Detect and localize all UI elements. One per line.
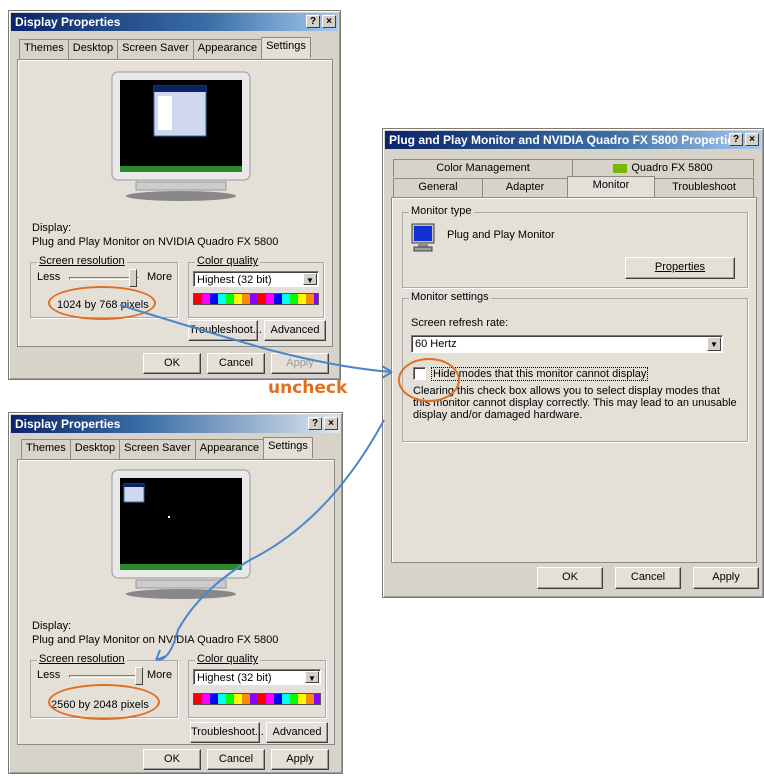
tab-strip-upper: Color Management Quadro FX 5800 (393, 159, 754, 177)
tab-general[interactable]: General (393, 178, 483, 199)
dropdown-arrow-icon[interactable]: ▼ (305, 671, 319, 683)
window-title: Plug and Play Monitor and NVIDIA Quadro … (389, 133, 741, 147)
less-label: Less (37, 669, 61, 681)
monitor-name: Plug and Play Monitor (447, 229, 555, 241)
color-palette-bar (193, 693, 321, 705)
tab-settings[interactable]: Settings (261, 37, 311, 58)
tab-desktop[interactable]: Desktop (67, 39, 119, 60)
color-quality-label: Color quality (195, 653, 261, 665)
tab-strip: Themes Desktop Screen Saver Appearance S… (19, 37, 311, 60)
uncheck-annotation: uncheck (268, 378, 348, 398)
display-value: Plug and Play Monitor on NVIDIA Quadro F… (32, 634, 279, 646)
display-value: Plug and Play Monitor on NVIDIA Quadro F… (32, 236, 279, 248)
close-button[interactable]: × (322, 15, 336, 28)
apply-button[interactable]: Apply (693, 567, 759, 589)
tab-themes[interactable]: Themes (19, 39, 69, 60)
tab-color-management[interactable]: Color Management (393, 159, 573, 177)
cancel-button[interactable]: Cancel (207, 749, 265, 770)
monitor-type-group: Monitor type Plug and Play Monitor Prope… (402, 205, 748, 288)
monitor-preview-icon (111, 71, 251, 201)
color-quality-group: Color quality Highest (32 bit) ▼ (188, 653, 326, 718)
properties-button-label: Properties (654, 261, 706, 273)
refresh-rate-value: 60 Hertz (415, 338, 457, 350)
title-bar: Plug and Play Monitor and NVIDIA Quadro … (385, 131, 761, 149)
tab-troubleshoot[interactable]: Troubleshoot (654, 178, 754, 199)
monitor-settings-label: Monitor settings (409, 291, 491, 303)
ok-button[interactable]: OK (143, 353, 201, 374)
color-quality-select[interactable]: Highest (32 bit) ▼ (193, 271, 319, 287)
resolution-slider-thumb[interactable] (135, 667, 143, 685)
properties-button[interactable]: Properties (625, 257, 735, 279)
ok-button[interactable]: OK (143, 749, 201, 770)
tab-screen-saver[interactable]: Screen Saver (119, 439, 196, 460)
troubleshoot-button[interactable]: Troubleshoot... (190, 722, 264, 743)
tab-desktop[interactable]: Desktop (69, 439, 121, 460)
title-bar: Display Properties (11, 13, 338, 31)
refresh-rate-select[interactable]: 60 Hertz ▼ (411, 335, 723, 353)
monitor-preview-icon (111, 469, 251, 599)
tab-adapter[interactable]: Adapter (482, 178, 568, 199)
refresh-rate-label: Screen refresh rate: (411, 317, 509, 329)
display-properties-dialog-bottom: Display Properties ? × Themes Desktop Sc… (8, 412, 343, 774)
monitor-icon (411, 223, 435, 252)
tab-appearance[interactable]: Appearance (192, 39, 263, 60)
tab-appearance[interactable]: Appearance (194, 439, 265, 460)
highlight-oval (398, 358, 460, 402)
less-label: Less (37, 271, 61, 283)
color-quality-label: Color quality (195, 255, 261, 267)
apply-button[interactable]: Apply (271, 749, 329, 770)
more-label: More (147, 669, 173, 681)
settings-panel: Display: Plug and Play Monitor on NVIDIA… (17, 459, 335, 745)
resolution-slider-track (69, 675, 139, 678)
tab-screen-saver[interactable]: Screen Saver (117, 39, 194, 60)
highlight-oval (48, 286, 156, 320)
tab-quadro-label: Quadro FX 5800 (631, 162, 713, 174)
tab-strip: Themes Desktop Screen Saver Appearance S… (21, 437, 313, 460)
apply-button[interactable]: Apply (271, 353, 329, 374)
window-title: Display Properties (15, 417, 121, 431)
color-quality-group: Color quality Highest (32 bit) ▼ (188, 255, 324, 318)
cancel-button[interactable]: Cancel (207, 353, 265, 374)
tab-quadro[interactable]: Quadro FX 5800 (572, 159, 754, 177)
advanced-button[interactable]: Advanced (266, 722, 328, 743)
screen-resolution-label: Screen resolution (37, 653, 127, 665)
advanced-button[interactable]: Advanced (264, 320, 326, 341)
window-title: Display Properties (15, 15, 121, 29)
screen-resolution-label: Screen resolution (37, 255, 127, 267)
color-quality-value: Highest (32 bit) (197, 672, 272, 684)
help-button[interactable]: ? (308, 417, 322, 430)
color-quality-select[interactable]: Highest (32 bit) ▼ (193, 669, 321, 685)
close-button[interactable]: × (745, 133, 759, 146)
help-button[interactable]: ? (729, 133, 743, 146)
display-label: Display: (32, 222, 72, 234)
monitor-properties-dialog: Plug and Play Monitor and NVIDIA Quadro … (382, 128, 764, 598)
monitor-panel: Monitor type Plug and Play Monitor Prope… (391, 197, 757, 563)
display-label: Display: (32, 620, 72, 632)
nvidia-icon (613, 163, 628, 173)
ok-button[interactable]: OK (537, 567, 603, 589)
tab-settings[interactable]: Settings (263, 437, 313, 458)
hide-modes-label[interactable]: Hide modes that this monitor cannot disp… (431, 367, 649, 381)
tab-themes[interactable]: Themes (21, 439, 71, 460)
tab-monitor[interactable]: Monitor (567, 176, 655, 197)
monitor-type-label: Monitor type (409, 205, 474, 217)
color-quality-value: Highest (32 bit) (197, 274, 272, 286)
dropdown-arrow-icon[interactable]: ▼ (707, 337, 721, 351)
dropdown-arrow-icon[interactable]: ▼ (303, 273, 317, 285)
more-label: More (147, 271, 173, 283)
color-palette-bar (193, 293, 319, 305)
tab-strip-lower: General Adapter Monitor Troubleshoot (393, 176, 754, 199)
close-button[interactable]: × (324, 417, 338, 430)
title-bar: Display Properties (11, 415, 340, 433)
hide-modes-description: Clearing this check box allows you to se… (413, 385, 737, 421)
highlight-oval (48, 684, 160, 720)
settings-panel: Display: Plug and Play Monitor on NVIDIA… (17, 59, 333, 347)
cancel-button[interactable]: Cancel (615, 567, 681, 589)
troubleshoot-button[interactable]: Troubleshoot... (188, 320, 262, 341)
display-properties-dialog-top: Display Properties ? × Themes Desktop Sc… (8, 10, 341, 380)
resolution-slider-thumb[interactable] (129, 269, 137, 287)
help-button[interactable]: ? (306, 15, 320, 28)
